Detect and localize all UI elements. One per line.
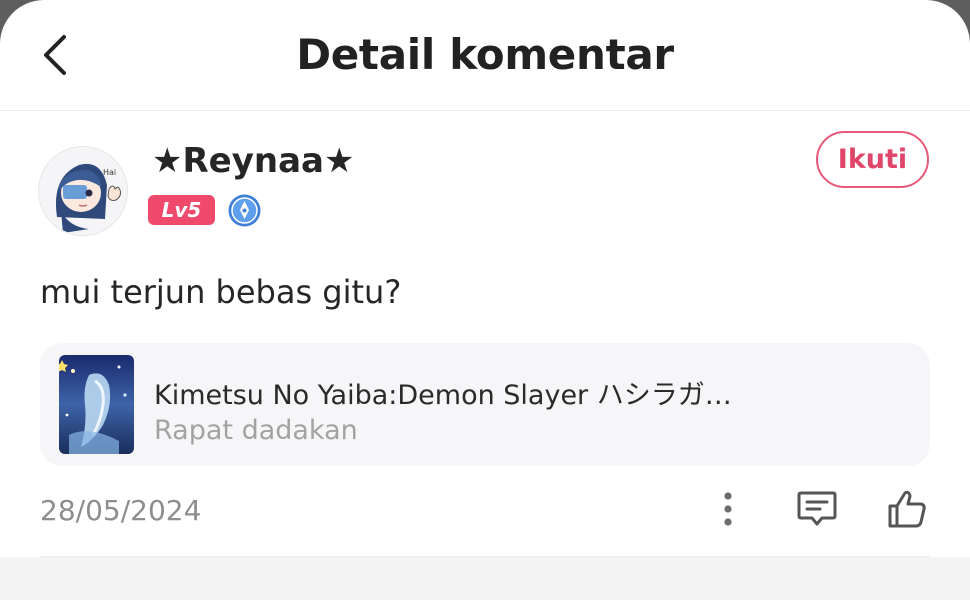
level-badge: Lv5 <box>148 195 215 225</box>
thumbs-up-icon <box>888 490 926 528</box>
svg-text:Hai: Hai <box>103 168 116 177</box>
more-vertical-icon <box>724 492 732 526</box>
avatar[interactable]: Hai <box>38 146 128 236</box>
work-chapter: Rapat dadakan <box>154 415 358 446</box>
comment-text: mui terjun bebas gitu? <box>40 273 402 311</box>
comment-detail-sheet: Detail komentar Hai ★Reynaa★ Lv5 Ikuti m… <box>0 0 970 600</box>
section-separator <box>0 557 970 600</box>
linked-work-card[interactable]: Kimetsu No Yaiba:Demon Slayer ハシラガ… Rapa… <box>40 343 930 466</box>
page-title: Detail komentar <box>296 30 674 79</box>
work-cover-image <box>59 355 134 454</box>
like-button[interactable] <box>880 485 934 533</box>
comment-icon <box>797 491 837 526</box>
reply-button[interactable] <box>790 485 844 533</box>
follow-button[interactable]: Ikuti <box>816 131 929 188</box>
work-title: Kimetsu No Yaiba:Demon Slayer ハシラガ… <box>154 380 732 411</box>
username[interactable]: ★Reynaa★ <box>152 141 354 181</box>
header: Detail komentar <box>0 0 970 111</box>
avatar-image: Hai <box>39 147 127 235</box>
pen-badge-icon <box>228 194 261 227</box>
more-options-button[interactable] <box>708 485 748 533</box>
comment-date: 28/05/2024 <box>40 494 202 527</box>
